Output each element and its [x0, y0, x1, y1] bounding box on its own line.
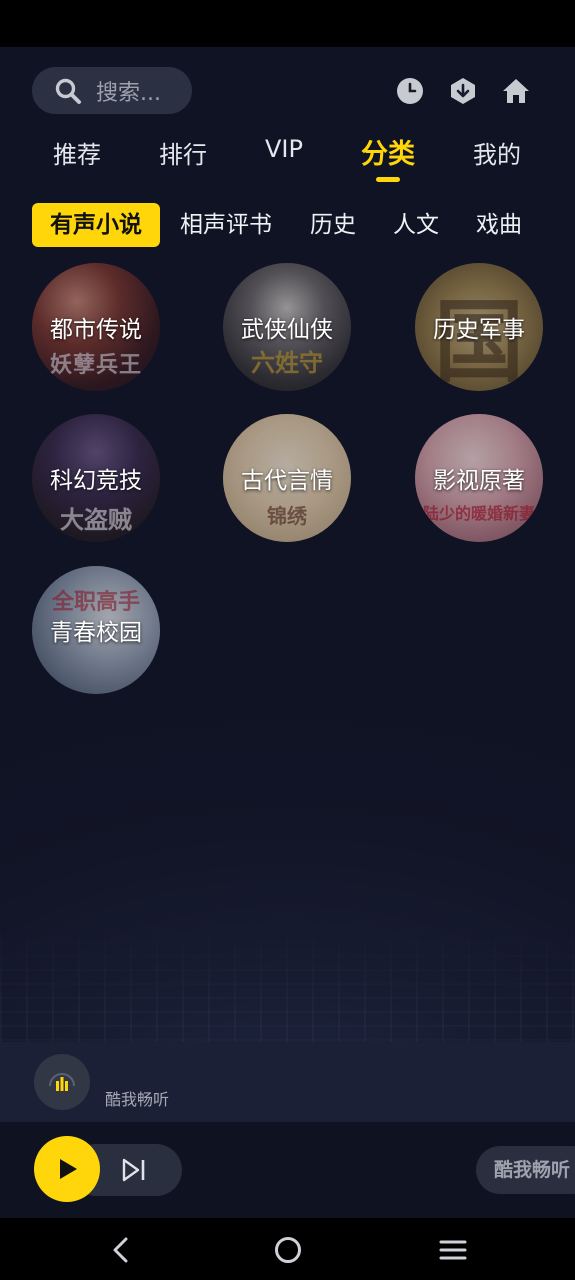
category-label: 影视原著	[433, 468, 525, 494]
category-scifi[interactable]: 大盗贼 科幻竞技	[32, 414, 160, 542]
category-ancient-romance[interactable]: 锦绣 古代言情	[223, 414, 351, 542]
tab-mine[interactable]: 我的	[473, 135, 521, 170]
search-box[interactable]: 搜索...	[32, 67, 192, 114]
tab-vip[interactable]: VIP	[265, 135, 303, 163]
download-icon[interactable]	[449, 77, 477, 105]
app-screen: 搜索... 推荐 排行 VIP 分类 我的 有声小说 相声评书 历史 人文 戏曲…	[0, 47, 575, 1218]
brand-button[interactable]: 酷我畅听	[476, 1146, 575, 1194]
now-playing-title: 酷我畅听	[105, 1090, 170, 1109]
status-bar	[0, 0, 575, 47]
recent-apps-icon[interactable]	[437, 1234, 469, 1266]
subtab-opera[interactable]: 戏曲	[476, 203, 522, 247]
category-label: 都市传说	[50, 317, 142, 343]
category-label: 青春校园	[50, 620, 142, 646]
subtab-crosstalk[interactable]: 相声评书	[180, 203, 272, 247]
subtab-history[interactable]: 历史	[310, 203, 356, 247]
main-tab-bar: 推荐 排行 VIP 分类 我的	[0, 135, 575, 195]
player-controls: 酷我畅听	[0, 1122, 575, 1218]
tab-recommend[interactable]: 推荐	[53, 135, 101, 170]
category-history-military[interactable]: 国 历史军事	[415, 263, 543, 391]
category-tv-adaptation[interactable]: 陆少的暖婚新妻 影视原著	[415, 414, 543, 542]
category-label: 科幻竞技	[50, 468, 142, 494]
category-label: 古代言情	[241, 468, 333, 494]
search-placeholder: 搜索...	[96, 80, 161, 106]
search-icon	[54, 77, 82, 105]
system-nav-bar	[0, 1218, 575, 1280]
category-campus[interactable]: 全职高手 青春校园	[32, 566, 160, 694]
next-track-button[interactable]	[120, 1156, 148, 1184]
category-label: 历史军事	[433, 317, 525, 343]
back-icon[interactable]	[106, 1234, 138, 1266]
history-icon[interactable]	[396, 77, 424, 105]
category-wuxia[interactable]: 六姓守 武侠仙侠	[223, 263, 351, 391]
play-button[interactable]	[34, 1136, 100, 1202]
subtab-audio-novel[interactable]: 有声小说	[32, 203, 160, 247]
tab-ranking[interactable]: 排行	[159, 135, 207, 170]
category-urban[interactable]: 妖孽兵王 都市传说	[32, 263, 160, 391]
now-playing-bar[interactable]: 酷我畅听	[0, 1042, 575, 1122]
now-playing-cover	[34, 1054, 90, 1110]
play-icon	[60, 1159, 77, 1179]
category-label: 武侠仙侠	[241, 317, 333, 343]
subtab-humanities[interactable]: 人文	[393, 203, 439, 247]
home-icon[interactable]	[502, 77, 530, 105]
active-tab-indicator	[376, 177, 400, 182]
tab-category[interactable]: 分类	[361, 132, 415, 171]
skip-next-icon	[122, 1158, 145, 1182]
audio-wave-icon	[49, 1073, 75, 1091]
home-circle-icon[interactable]	[272, 1234, 304, 1266]
